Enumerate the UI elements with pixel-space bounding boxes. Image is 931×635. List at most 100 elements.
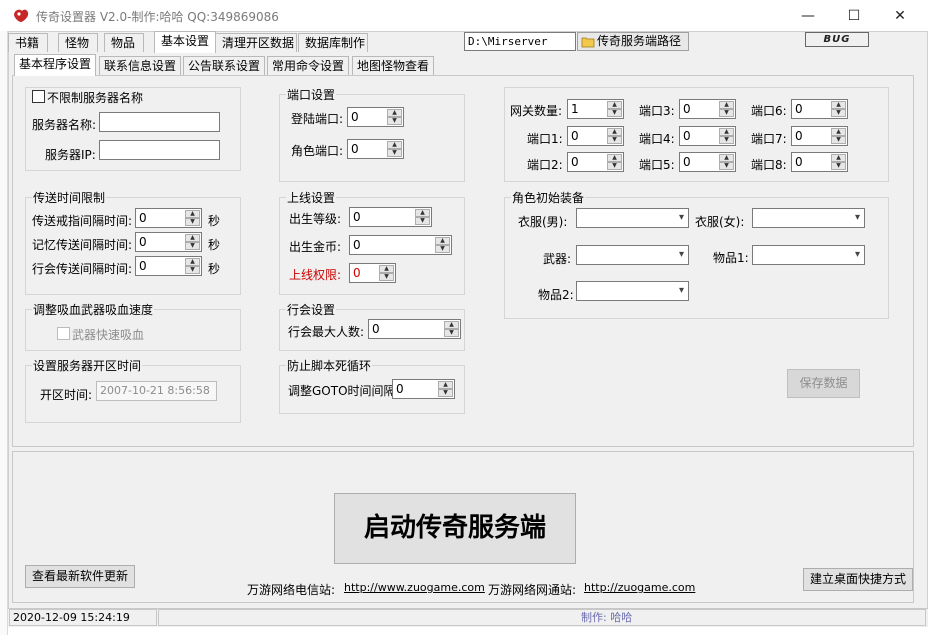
subtab-map-monsters[interactable]: 地图怪物查看	[352, 56, 434, 75]
vampire-speed-title: 调整吸血武器吸血速度	[32, 301, 155, 318]
tab-monsters[interactable]: 怪物	[58, 33, 98, 52]
spin-arrows-icon[interactable]: ▲ ▼	[719, 154, 734, 170]
gateway-port8-stepper[interactable]: 0 ▲ ▼	[791, 152, 848, 172]
port-group-title: 端口设置	[286, 86, 337, 103]
app-logo-icon	[14, 9, 29, 22]
birth-gold-value: 0	[353, 238, 361, 252]
gateway-count-value: 1	[571, 102, 579, 116]
gateway-port5-label: 端口5:	[639, 158, 675, 172]
server-ip-input[interactable]	[99, 140, 220, 160]
spin-arrows-icon[interactable]: ▲ ▼	[831, 101, 846, 117]
item2-select[interactable]: ▾	[576, 281, 689, 301]
tab-books[interactable]: 书籍	[8, 33, 48, 52]
spin-arrows-icon[interactable]: ▲ ▼	[415, 209, 430, 225]
gateway-count-stepper[interactable]: 1 ▲ ▼	[567, 99, 624, 119]
netcom-site-link[interactable]: http://zuogame.com	[584, 581, 695, 594]
birth-level-stepper[interactable]: 0 ▲ ▼	[349, 207, 432, 227]
gateway-port1-stepper[interactable]: 0 ▲ ▼	[567, 126, 624, 146]
gateway-port2-stepper[interactable]: 0 ▲ ▼	[567, 152, 624, 172]
spin-arrows-icon[interactable]: ▲ ▼	[831, 128, 846, 144]
spin-arrows-icon[interactable]: ▲ ▼	[387, 109, 402, 125]
gateway-port6-stepper[interactable]: 0 ▲ ▼	[791, 99, 848, 119]
chevron-down-icon: ▾	[854, 249, 860, 260]
weapon-select[interactable]: ▾	[576, 245, 689, 265]
subtab-basic-program[interactable]: 基本程序设置	[14, 54, 96, 76]
status-author: 制作: 哈哈	[158, 609, 926, 626]
spin-arrows-icon[interactable]: ▲ ▼	[607, 128, 622, 144]
login-port-value: 0	[351, 110, 359, 124]
spin-arrows-icon[interactable]: ▲ ▼	[387, 141, 402, 157]
spin-arrows-icon[interactable]: ▲ ▼	[607, 101, 622, 117]
guild-max-stepper[interactable]: 0 ▲ ▼	[368, 319, 461, 339]
spin-arrows-icon[interactable]: ▲ ▼	[185, 210, 200, 226]
save-button[interactable]: 保存数据	[787, 369, 860, 398]
subtab-notice[interactable]: 公告联系设置	[183, 56, 265, 75]
transfer-time-title: 传送时间限制	[32, 189, 107, 206]
check-update-button[interactable]: 查看最新软件更新	[25, 565, 135, 588]
server-ip-label: 服务器IP:	[45, 148, 96, 162]
guild-transfer-stepper[interactable]: 0 ▲ ▼	[135, 256, 202, 276]
birth-level-value: 0	[353, 210, 361, 224]
unlimited-name-checkbox[interactable]	[32, 90, 45, 103]
clothes-male-select[interactable]: ▾	[576, 208, 689, 228]
subtab-commands[interactable]: 常用命令设置	[267, 56, 349, 75]
spin-arrows-icon[interactable]: ▲ ▼	[831, 154, 846, 170]
guild-settings-title: 行会设置	[286, 301, 337, 318]
birth-gold-stepper[interactable]: 0 ▲ ▼	[349, 235, 452, 255]
guild-transfer-value: 0	[139, 259, 147, 273]
open-time-title: 设置服务器开区时间	[32, 357, 143, 374]
chevron-down-icon: ▾	[678, 249, 684, 260]
gateway-port3-value: 0	[683, 102, 691, 116]
minimize-button[interactable]: —	[785, 0, 831, 31]
spin-arrows-icon[interactable]: ▲ ▼	[444, 321, 459, 337]
gateway-port1-label: 端口1:	[527, 132, 563, 146]
telecom-site-link[interactable]: http://www.zuogame.com	[344, 581, 485, 594]
close-button[interactable]: ✕	[877, 0, 923, 31]
server-path-field[interactable]: D:\Mirserver	[464, 32, 576, 51]
spin-arrows-icon[interactable]: ▲ ▼	[435, 237, 450, 253]
maximize-button[interactable]: ☐	[831, 0, 877, 31]
online-permission-stepper[interactable]: 0 ▲ ▼	[349, 263, 396, 283]
birth-level-label: 出生等级:	[289, 212, 342, 226]
spin-arrows-icon[interactable]: ▲ ▼	[185, 234, 200, 250]
login-port-stepper[interactable]: 0 ▲ ▼	[347, 107, 404, 127]
server-path-button[interactable]: 传奇服务端路径	[577, 32, 689, 51]
tab-clean-data[interactable]: 清理开区数据	[215, 33, 297, 52]
tab-basic-settings[interactable]: 基本设置	[154, 31, 216, 53]
spin-arrows-icon[interactable]: ▲ ▼	[379, 265, 394, 281]
tab-database[interactable]: 数据库制作	[298, 33, 368, 52]
spin-arrows-icon[interactable]: ▲ ▼	[719, 128, 734, 144]
item1-select[interactable]: ▾	[752, 245, 865, 265]
goto-interval-value: 0	[396, 382, 404, 396]
start-server-button[interactable]: 启动传奇服务端	[334, 493, 576, 564]
gateway-port8-value: 0	[795, 155, 803, 169]
guild-max-label: 行会最大人数:	[288, 325, 365, 339]
server-name-input[interactable]	[99, 112, 220, 132]
fast-vampire-checkbox[interactable]	[57, 327, 70, 340]
memory-transfer-stepper[interactable]: 0 ▲ ▼	[135, 232, 202, 252]
goto-interval-stepper[interactable]: 0 ▲ ▼	[392, 379, 455, 399]
role-port-stepper[interactable]: 0 ▲ ▼	[347, 139, 404, 159]
gateway-port5-stepper[interactable]: 0 ▲ ▼	[679, 152, 736, 172]
online-permission-value: 0	[353, 266, 361, 280]
gateway-port7-stepper[interactable]: 0 ▲ ▼	[791, 126, 848, 146]
telecom-site-label: 万游网络电信站:	[247, 583, 336, 597]
item1-label: 物品1:	[713, 251, 749, 265]
spin-arrows-icon[interactable]: ▲ ▼	[607, 154, 622, 170]
spin-arrows-icon[interactable]: ▲ ▼	[438, 381, 453, 397]
subtab-contact[interactable]: 联系信息设置	[99, 56, 181, 75]
gateway-port4-stepper[interactable]: 0 ▲ ▼	[679, 126, 736, 146]
ring-transfer-value: 0	[139, 211, 147, 225]
clothes-female-select[interactable]: ▾	[752, 208, 865, 228]
gateway-port3-stepper[interactable]: 0 ▲ ▼	[679, 99, 736, 119]
create-shortcut-button[interactable]: 建立桌面快捷方式	[803, 568, 913, 591]
open-time-field[interactable]: 2007-10-21 8:56:58	[96, 381, 217, 401]
spin-arrows-icon[interactable]: ▲ ▼	[719, 101, 734, 117]
ring-transfer-stepper[interactable]: 0 ▲ ▼	[135, 208, 202, 228]
weapon-label: 武器:	[543, 252, 572, 266]
birth-gold-label: 出生金币:	[289, 240, 342, 254]
tab-items[interactable]: 物品	[104, 33, 144, 52]
gateway-port2-label: 端口2:	[527, 158, 563, 172]
spin-arrows-icon[interactable]: ▲ ▼	[185, 258, 200, 274]
fast-vampire-label: 武器快速吸血	[72, 328, 145, 342]
